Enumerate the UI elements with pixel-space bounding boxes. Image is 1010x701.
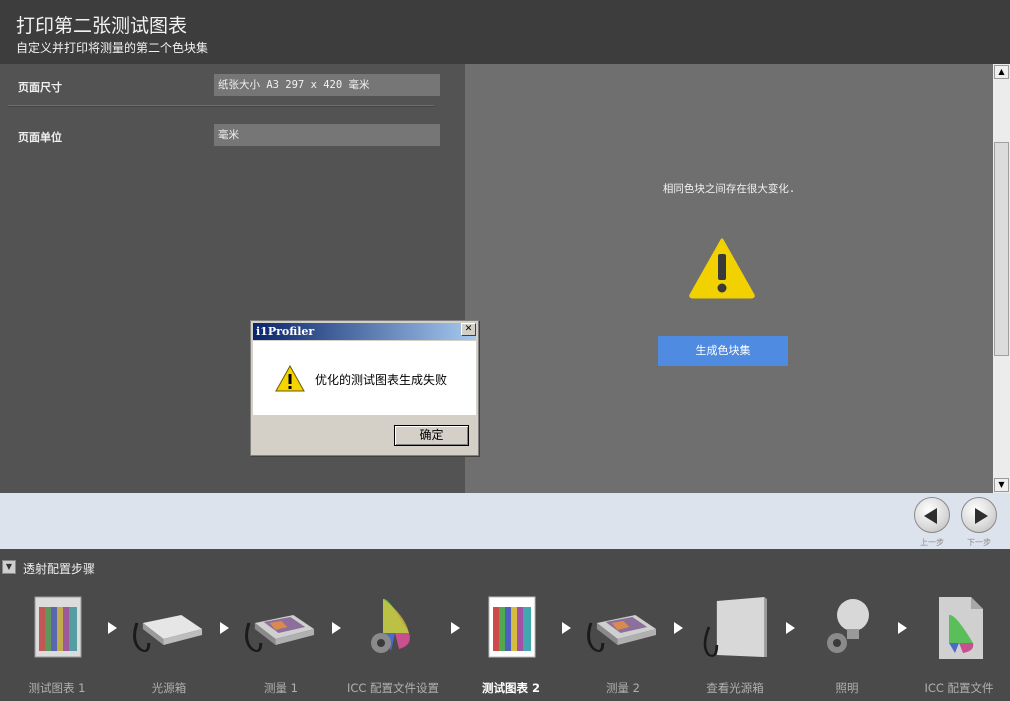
- page-title: 打印第二张测试图表: [16, 15, 188, 37]
- step-arrow-icon: [562, 622, 571, 634]
- step-view-light-box[interactable]: 查看光源箱: [687, 587, 783, 699]
- step-label: ICC 配置文件设置: [346, 681, 440, 695]
- icc-settings-icon: [371, 598, 410, 653]
- workflow-title: 透射配置步骤: [23, 562, 96, 576]
- step-label: 测试图表 1: [28, 681, 86, 695]
- page-size-field[interactable]: 纸张大小 A3 297 x 420 毫米: [214, 74, 440, 96]
- light-box-icon: [133, 615, 203, 652]
- previous-label: 上一步: [920, 538, 944, 547]
- step-arrow-icon: [108, 622, 117, 634]
- next-label: 下一步: [967, 538, 991, 547]
- measure-device-icon: [245, 615, 315, 652]
- dialog-body: 优化的测试图表生成失败: [253, 341, 476, 415]
- lighting-icon: [827, 599, 869, 653]
- test-chart-icon: [488, 596, 536, 658]
- preview-panel: 相同色块之间存在很大变化. 生成色块集: [465, 64, 993, 493]
- step-label: 光源箱: [151, 681, 187, 695]
- warning-icon: [275, 365, 305, 392]
- step-arrow-icon: [451, 622, 460, 634]
- icc-profile-icon: [939, 597, 983, 659]
- step-icc-profile[interactable]: ICC 配置文件: [911, 587, 1007, 699]
- measure-device-icon: [587, 615, 657, 652]
- generate-patches-button[interactable]: 生成色块集: [658, 336, 788, 366]
- page-subtitle: 自定义并打印将测量的第二个色块集: [16, 41, 209, 55]
- view-light-box-icon: [703, 597, 767, 657]
- workflow-steps: ▼ 透射配置步骤 测试图表 1 光源箱 测量 1 ICC 配置文件设置 测试图表…: [0, 549, 1010, 701]
- step-label: 测试图表 2: [481, 681, 540, 695]
- page-unit-field[interactable]: 毫米: [214, 124, 440, 146]
- test-chart-icon: [34, 596, 82, 658]
- step-label: 测量 2: [606, 681, 640, 695]
- error-dialog: i1Profiler ✕ 优化的测试图表生成失败 确定: [250, 320, 479, 456]
- scroll-thumb[interactable]: [994, 142, 1009, 356]
- step-arrow-icon: [220, 622, 229, 634]
- warning-icon: [689, 238, 755, 299]
- step-test-chart-1[interactable]: 测试图表 1: [9, 587, 105, 699]
- previous-button[interactable]: [914, 497, 950, 533]
- step-light-box[interactable]: 光源箱: [121, 587, 217, 699]
- navigation-bar: 上一步 下一步: [0, 493, 1010, 549]
- step-measure-1[interactable]: 测量 1: [233, 587, 329, 699]
- divider: [8, 105, 434, 107]
- scroll-down-button[interactable]: ▼: [994, 478, 1009, 492]
- step-lighting[interactable]: 照明: [799, 587, 895, 699]
- step-label: 查看光源箱: [706, 681, 764, 695]
- page-size-label: 页面尺寸: [18, 81, 62, 94]
- dialog-message: 优化的测试图表生成失败: [315, 373, 448, 387]
- ok-button[interactable]: 确定: [394, 425, 469, 446]
- vertical-scrollbar[interactable]: ▲ ▼: [993, 64, 1010, 493]
- header: 打印第二张测试图表 自定义并打印将测量的第二个色块集: [0, 0, 1010, 64]
- collapse-toggle-icon[interactable]: ▼: [2, 560, 16, 574]
- step-test-chart-2[interactable]: 测试图表 2: [463, 587, 559, 699]
- dialog-title: i1Profiler: [253, 323, 476, 340]
- scroll-up-button[interactable]: ▲: [994, 65, 1009, 79]
- variation-message: 相同色块之间存在很大变化.: [662, 183, 796, 195]
- step-label: 照明: [835, 681, 859, 695]
- page-unit-label: 页面单位: [18, 131, 62, 144]
- close-icon[interactable]: ✕: [461, 323, 476, 336]
- next-button[interactable]: [961, 497, 997, 533]
- step-icc-settings[interactable]: ICC 配置文件设置: [345, 587, 441, 699]
- step-label: 测量 1: [264, 681, 298, 695]
- step-arrow-icon: [674, 622, 683, 634]
- step-label: ICC 配置文件: [924, 681, 994, 695]
- step-measure-2[interactable]: 测量 2: [575, 587, 671, 699]
- step-arrow-icon: [786, 622, 795, 634]
- step-arrow-icon: [898, 622, 907, 634]
- step-arrow-icon: [332, 622, 341, 634]
